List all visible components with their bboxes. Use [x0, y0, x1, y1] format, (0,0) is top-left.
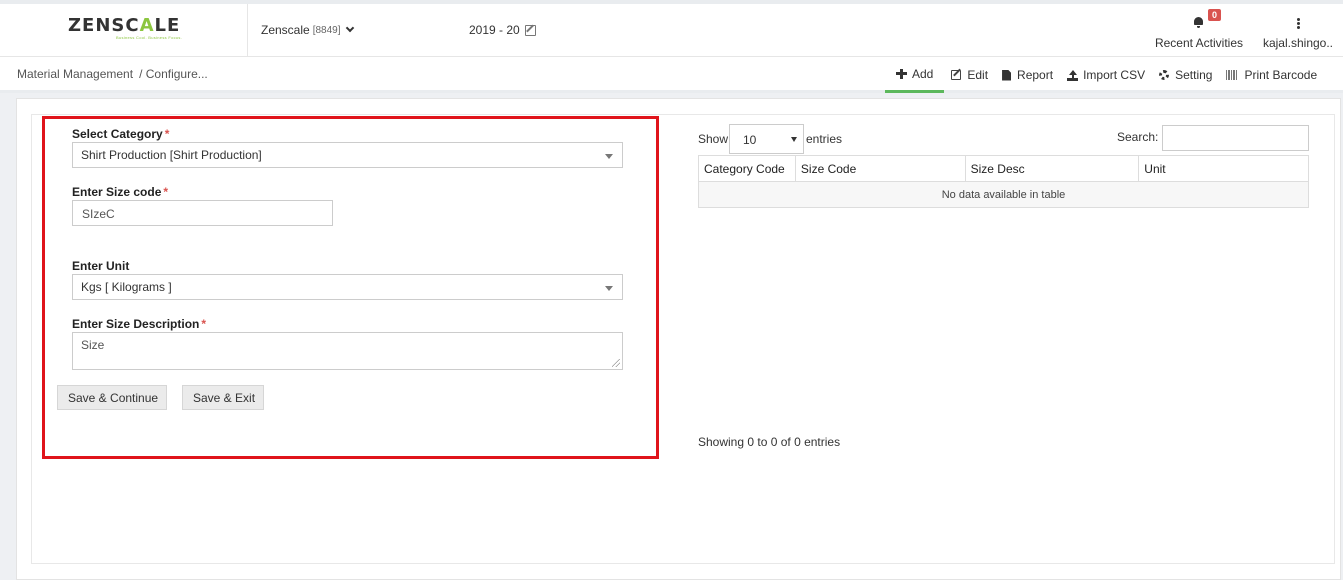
- edit-icon: [524, 24, 536, 36]
- more-vertical-icon: [1297, 18, 1300, 29]
- upload-icon: [1067, 69, 1079, 81]
- bell-icon: [1194, 17, 1203, 28]
- unit-label: Enter Unit: [72, 259, 130, 273]
- required-mark: *: [201, 317, 207, 331]
- user-menu[interactable]: kajal.shingo..: [1255, 14, 1341, 52]
- save-continue-button[interactable]: Save & Continue: [57, 385, 167, 410]
- table-info: Showing 0 to 0 of 0 entries: [698, 435, 841, 449]
- size-code-input[interactable]: SIzeC: [72, 200, 333, 226]
- plus-icon: [896, 68, 907, 79]
- unit-value: Kgs [ Kilograms ]: [81, 280, 172, 294]
- required-mark: *: [163, 185, 169, 199]
- search-label: Search:: [1117, 130, 1159, 144]
- required-mark: *: [164, 127, 170, 141]
- logo-area[interactable]: ZENSCALE Business Cool. Business Focus.: [0, 4, 248, 57]
- recent-activities-label: Recent Activities: [1154, 36, 1244, 50]
- empty-table-message: No data available in table: [698, 181, 1309, 208]
- notification-badge: 0: [1208, 9, 1221, 21]
- company-selector[interactable]: Zenscale [8849]: [261, 23, 354, 37]
- dropdown-arrow-icon: [605, 286, 613, 291]
- add-button[interactable]: Add: [885, 57, 945, 93]
- unit-select[interactable]: Kgs [ Kilograms ]: [72, 274, 623, 300]
- category-label: Select Category *: [72, 127, 170, 141]
- action-toolbar: Add Edit Report Import CSV Setting Print…: [885, 57, 1324, 93]
- size-code-value: SIzeC: [82, 207, 115, 221]
- top-header: ZENSCALE Business Cool. Business Focus. …: [0, 0, 1343, 57]
- page-length-value: 10: [743, 133, 757, 147]
- table-header-row: Category Code Size Code Size Desc Unit: [698, 155, 1309, 182]
- company-code: [8849]: [312, 24, 341, 36]
- column-header-category-code[interactable]: Category Code: [698, 155, 796, 182]
- size-code-label: Enter Size code *: [72, 185, 169, 199]
- category-value: Shirt Production [Shirt Production]: [81, 148, 262, 162]
- gear-icon: [1159, 70, 1170, 80]
- edit-icon: [951, 70, 962, 80]
- size-description-label: Enter Size Description *: [72, 317, 207, 331]
- column-header-unit[interactable]: Unit: [1138, 155, 1309, 182]
- chevron-down-icon: [345, 23, 354, 33]
- table-row: No data available in table: [698, 181, 1309, 208]
- logo-tagline: Business Cool. Business Focus.: [116, 35, 183, 40]
- print-barcode-button[interactable]: Print Barcode: [1219, 57, 1324, 93]
- company-name: Zenscale: [261, 23, 310, 37]
- zenscale-logo[interactable]: ZENSCALE: [68, 15, 180, 36]
- size-description-value: Size: [81, 338, 105, 352]
- save-exit-button[interactable]: Save & Exit: [182, 385, 264, 410]
- entries-label: entries: [806, 132, 843, 146]
- setting-button[interactable]: Setting: [1152, 57, 1219, 93]
- breadcrumb-root[interactable]: Material Management: [17, 67, 133, 81]
- dropdown-arrow-icon: [791, 137, 797, 142]
- category-select[interactable]: Shirt Production [Shirt Production]: [72, 142, 623, 168]
- import-csv-button[interactable]: Import CSV: [1060, 57, 1152, 93]
- username-label: kajal.shingo..: [1262, 36, 1334, 50]
- edit-button[interactable]: Edit: [944, 57, 995, 93]
- search-input[interactable]: [1162, 125, 1309, 151]
- show-label: Show: [698, 132, 729, 146]
- page-length-select[interactable]: 10: [729, 124, 804, 154]
- fiscal-year-selector[interactable]: 2019 - 20: [469, 23, 536, 37]
- fiscal-year-label: 2019 - 20: [469, 23, 520, 37]
- barcode-icon: [1226, 70, 1239, 80]
- sub-header: Material Management / Configure... Add Ed…: [0, 57, 1343, 93]
- dropdown-arrow-icon: [605, 154, 613, 159]
- column-header-size-desc[interactable]: Size Desc: [964, 155, 1140, 182]
- document-icon: [1002, 69, 1012, 81]
- column-header-size-code[interactable]: Size Code: [794, 155, 966, 182]
- sizes-table: Category Code Size Code Size Desc Unit N…: [698, 155, 1309, 208]
- resize-handle-icon[interactable]: [612, 359, 620, 367]
- breadcrumb: Material Management / Configure...: [17, 67, 208, 81]
- breadcrumb-current: / Configure...: [139, 67, 208, 81]
- size-description-textarea[interactable]: Size: [72, 332, 623, 370]
- recent-activities-button[interactable]: 0 Recent Activities: [1151, 9, 1247, 52]
- report-button[interactable]: Report: [995, 57, 1060, 93]
